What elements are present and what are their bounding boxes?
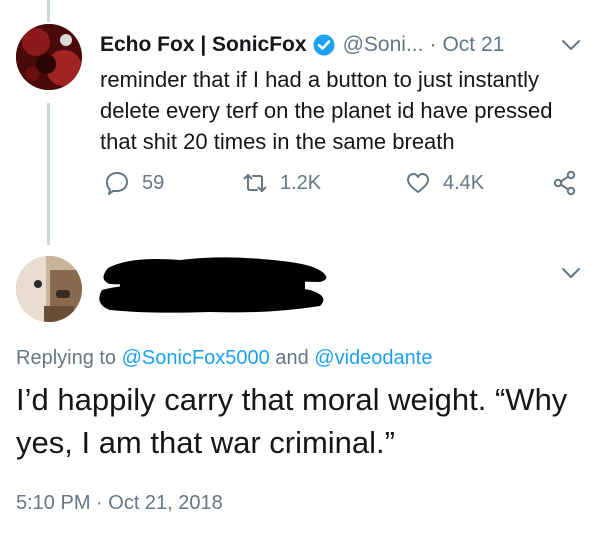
tweet-text: reminder that if I had a button to just … — [100, 67, 553, 154]
avatar[interactable] — [16, 24, 82, 90]
chevron-down-icon[interactable] — [560, 34, 582, 56]
like-icon — [407, 173, 429, 193]
mention-link[interactable]: @SonicFox5000 — [122, 347, 270, 369]
reply-text: I’d happily carry that moral weight. “Wh… — [16, 382, 568, 460]
tweet-date[interactable]: Oct 21 — [442, 33, 504, 57]
thread-line-top — [47, 0, 50, 22]
retweet-icon — [243, 174, 267, 192]
thread-line-bottom — [47, 103, 50, 245]
reply-count: 59 — [142, 171, 165, 194]
verified-badge-icon — [313, 34, 335, 56]
author-handle[interactable]: @Soni... — [343, 33, 424, 57]
tweet-timestamp[interactable]: 5:10 PM · Oct 21, 2018 — [16, 492, 223, 515]
reply-icon — [106, 172, 128, 195]
replying-to-line: Replying to @SonicFox5000 and @videodant… — [16, 347, 432, 370]
share-icon — [553, 170, 576, 196]
chevron-down-icon[interactable] — [560, 262, 582, 284]
mention-link[interactable]: @videodante — [314, 347, 432, 369]
author-name[interactable]: Echo Fox | SonicFox — [100, 33, 307, 57]
tweet-actions: 59 1.2K 4.4K — [100, 168, 590, 198]
retweet-count: 1.2K — [280, 171, 322, 194]
tweet-header: Echo Fox | SonicFox @Soni... · Oct 21 — [100, 30, 504, 60]
like-count: 4.4K — [443, 171, 485, 194]
and-word: and — [275, 347, 309, 369]
separator-dot: · — [429, 33, 437, 56]
replying-prefix: Replying to — [16, 347, 117, 369]
retweet-button[interactable]: 1.2K — [242, 168, 321, 198]
like-button[interactable]: 4.4K — [405, 168, 484, 198]
avatar[interactable] — [16, 256, 82, 322]
share-button[interactable] — [552, 168, 590, 198]
redacted-author-name — [90, 250, 355, 320]
reply-button[interactable]: 59 — [104, 168, 164, 198]
